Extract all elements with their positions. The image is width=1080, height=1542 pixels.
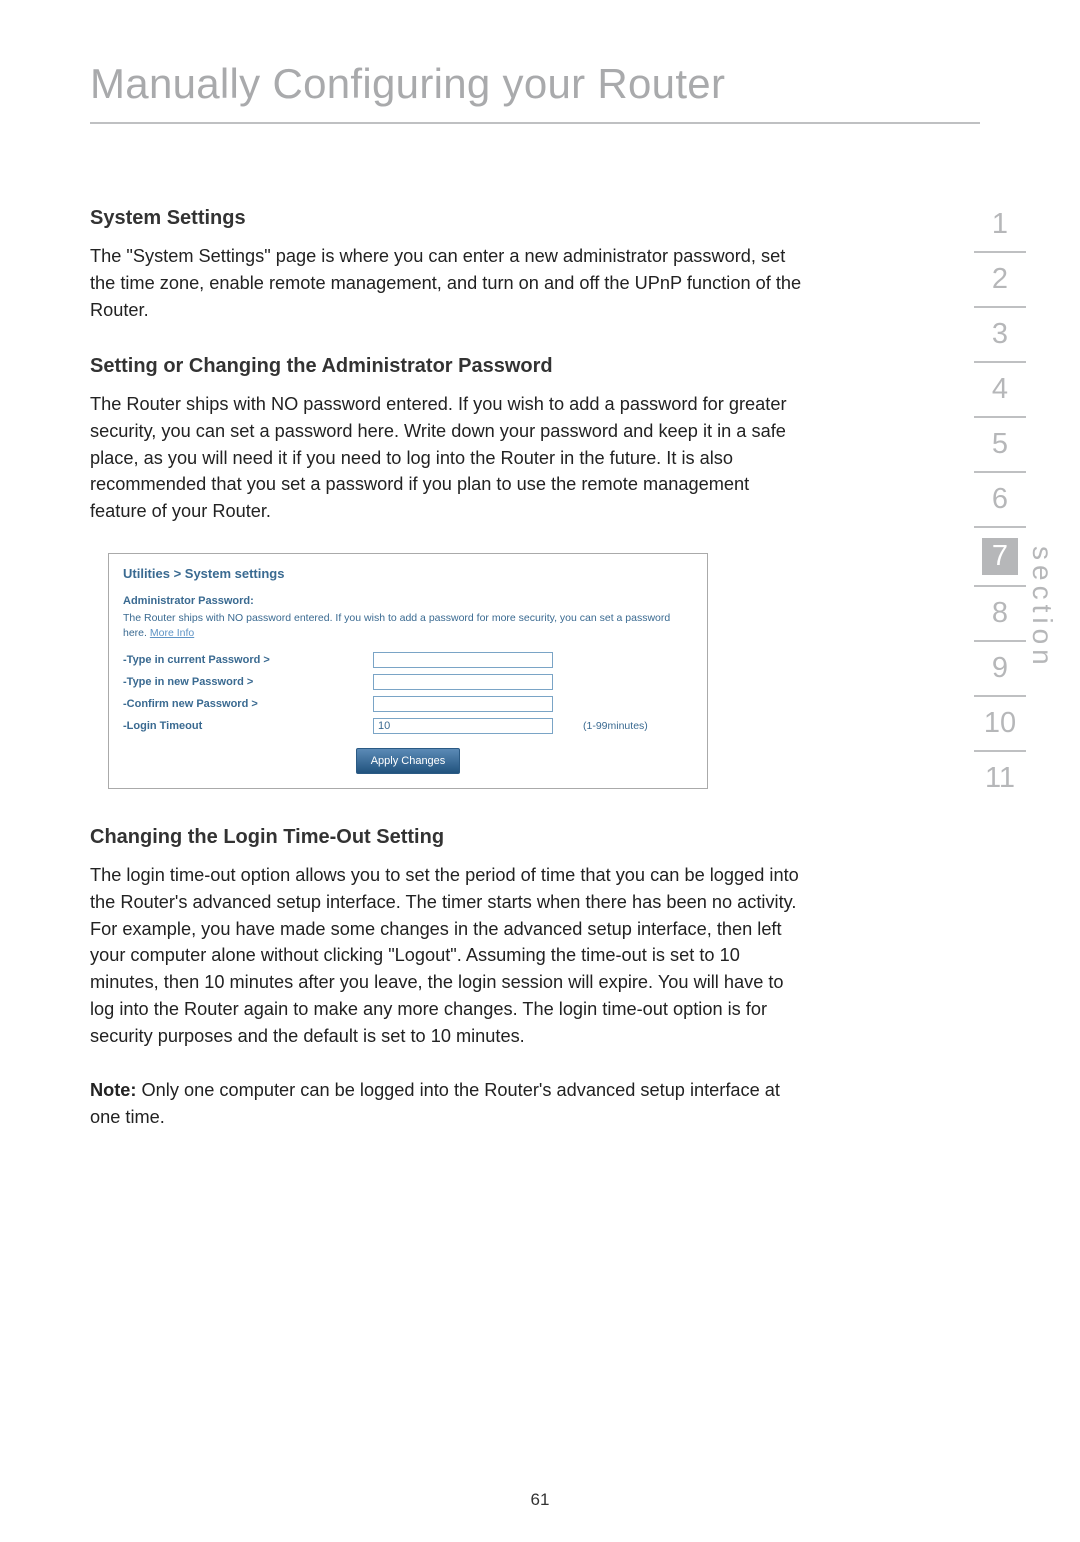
section-nav-9[interactable]: 9 <box>974 642 1026 697</box>
new-password-label: -Type in new Password > <box>123 674 373 690</box>
timeout-heading: Changing the Login Time-Out Setting <box>90 823 810 852</box>
section-nav-8[interactable]: 8 <box>974 587 1026 642</box>
login-timeout-input[interactable]: 10 <box>373 718 553 734</box>
note-text: Only one computer can be logged into the… <box>90 1080 780 1127</box>
page-title: Manually Configuring your Router <box>90 60 980 124</box>
section-nav-7[interactable]: 7 <box>982 538 1018 575</box>
section-nav-5[interactable]: 5 <box>974 418 1026 473</box>
note-para: Note: Only one computer can be logged in… <box>90 1077 810 1131</box>
section-nav-10[interactable]: 10 <box>974 697 1026 752</box>
router-settings-screenshot: Utilities > System settings Administrato… <box>108 553 708 789</box>
confirm-password-input[interactable] <box>373 696 553 712</box>
new-password-input[interactable] <box>373 674 553 690</box>
section-nav: 1 2 3 4 5 6 7 8 9 10 11 <box>974 198 1026 805</box>
system-settings-para: The "System Settings" page is where you … <box>90 243 810 323</box>
timeout-para: The login time-out option allows you to … <box>90 862 810 1049</box>
current-password-label: -Type in current Password > <box>123 652 373 668</box>
apply-changes-button[interactable]: Apply Changes <box>356 748 461 774</box>
section-nav-11[interactable]: 11 <box>974 752 1026 805</box>
section-nav-7-wrap: 7 <box>974 528 1026 587</box>
system-settings-heading: System Settings <box>90 204 810 233</box>
screenshot-desc-text: The Router ships with NO password entere… <box>123 612 670 639</box>
section-nav-2[interactable]: 2 <box>974 253 1026 308</box>
main-content: System Settings The "System Settings" pa… <box>90 204 810 1131</box>
admin-password-heading: Setting or Changing the Administrator Pa… <box>90 352 810 381</box>
login-timeout-label: -Login Timeout <box>123 718 373 734</box>
confirm-password-label: -Confirm new Password > <box>123 696 373 712</box>
section-nav-1[interactable]: 1 <box>974 198 1026 253</box>
more-info-link[interactable]: More Info <box>150 627 194 639</box>
page-number: 61 <box>0 1490 1080 1510</box>
section-nav-6[interactable]: 6 <box>974 473 1026 528</box>
screenshot-description: The Router ships with NO password entere… <box>123 611 693 642</box>
screenshot-breadcrumb: Utilities > System settings <box>123 564 693 583</box>
login-timeout-unit: (1-99minutes) <box>583 719 648 734</box>
admin-password-para: The Router ships with NO password entere… <box>90 391 810 525</box>
section-nav-4[interactable]: 4 <box>974 363 1026 418</box>
screenshot-subhead: Administrator Password: <box>123 593 693 609</box>
section-label: section <box>1026 546 1058 670</box>
section-nav-3[interactable]: 3 <box>974 308 1026 363</box>
current-password-input[interactable] <box>373 652 553 668</box>
note-label: Note: <box>90 1080 136 1100</box>
